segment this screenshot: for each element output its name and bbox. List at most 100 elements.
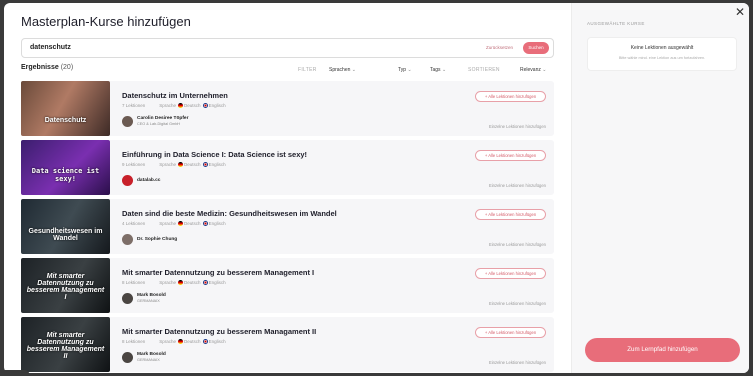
course-meta: 8 Lektionen Sprache Deutsch Englisch: [122, 280, 226, 286]
course-card: Gesundheitswesen im Wandel Daten sind di…: [21, 199, 554, 254]
lessons-count: 8 Lektionen: [122, 280, 146, 285]
empty-selection-title: Keine Lektionen ausgewählt: [630, 45, 694, 51]
thumbnail-text: Mit smarter Datennutzung zu besserem Man…: [26, 273, 105, 301]
modal-title: Masterplan-Kurse hinzufügen: [21, 14, 191, 29]
avatar: [122, 234, 133, 245]
course-meta: 9 Lektionen Sprache Deutsch Englisch: [122, 162, 226, 168]
close-icon[interactable]: ✕: [734, 6, 746, 18]
sort-label: SORTIEREN: [468, 67, 500, 73]
filter-label: FILTER: [298, 67, 317, 73]
course-search-panel: Masterplan-Kurse hinzufügen datenschutz …: [4, 3, 571, 373]
empty-selection-box: Keine Lektionen ausgewählt Bitte wähle m…: [587, 37, 737, 71]
add-all-lessons-button[interactable]: + Alle Lektionen hinzufügen: [475, 91, 546, 102]
add-single-lessons-toggle[interactable]: Einzelne Lektionen hinzufügen: [489, 124, 546, 129]
course-card: Mit smarter Datennutzung zu besserem Man…: [21, 317, 554, 372]
language-label: Sprache: [159, 280, 177, 285]
add-single-lessons-toggle[interactable]: Einzelne Lektionen hinzufügen: [489, 242, 546, 247]
language-label: Sprache: [159, 339, 177, 344]
course-title[interactable]: Daten sind die beste Medizin: Gesundheit…: [122, 209, 337, 218]
german-flag-icon: [178, 280, 184, 286]
lessons-count: 8 Lektionen: [122, 339, 146, 344]
course-thumbnail[interactable]: Mit smarter Datennutzung zu besserem Man…: [21, 317, 110, 372]
add-to-learning-path-button[interactable]: Zum Lernpfad hinzufügen: [585, 338, 740, 362]
add-all-lessons-button[interactable]: + Alle Lektionen hinzufügen: [475, 268, 546, 279]
avatar: [122, 293, 133, 304]
lessons-count: 4 Lektionen: [122, 221, 146, 226]
selected-courses-heading: AUSGEWÄHLTE KURSE: [587, 21, 645, 26]
course-title[interactable]: Datenschutz im Unternehmen: [122, 91, 228, 100]
add-single-lessons-toggle[interactable]: Einzelne Lektionen hinzufügen: [489, 183, 546, 188]
thumbnail-text: Gesundheitswesen im Wandel: [28, 228, 103, 242]
selected-courses-panel: ✕ AUSGEWÄHLTE KURSE Keine Lektionen ausg…: [571, 3, 749, 373]
course-thumbnail[interactable]: Data science ist sexy!: [21, 140, 110, 195]
author-name: datalab.cc: [137, 178, 161, 183]
language-label: Sprache: [159, 162, 177, 167]
author-name: Mark Bosold: [137, 293, 166, 298]
thumbnail-text: Datenschutz: [44, 117, 87, 124]
course-card: Mit smarter Datennutzung zu besserem Man…: [21, 258, 554, 313]
language-de: Deutsch: [184, 103, 201, 108]
add-single-lessons-toggle[interactable]: Einzelne Lektionen hinzufügen: [489, 301, 546, 306]
author-subtitle: GERMANAIX: [137, 358, 160, 362]
results-heading: Ergebnisse (20): [21, 64, 73, 71]
window-corner: [0, 370, 30, 376]
german-flag-icon: [178, 162, 184, 168]
tags-dropdown[interactable]: Tags: [430, 67, 446, 73]
add-courses-modal: Masterplan-Kurse hinzufügen datenschutz …: [4, 3, 749, 373]
avatar: [122, 352, 133, 363]
add-single-lessons-toggle[interactable]: Einzelne Lektionen hinzufügen: [489, 360, 546, 365]
thumbnail-text: Mit smarter Datennutzung zu besserem Man…: [26, 332, 105, 360]
language-en: Englisch: [208, 103, 226, 108]
author-subtitle: CEO & Lab-Digital GmbH: [137, 122, 181, 126]
thumbnail-text: Data science ist sexy!: [31, 167, 100, 183]
course-thumbnail[interactable]: Datenschutz: [21, 81, 110, 136]
empty-selection-hint: Bitte wähle mind. eine Lektion aus um fo…: [618, 56, 706, 60]
avatar: [122, 116, 133, 127]
language-de: Deutsch: [184, 339, 201, 344]
german-flag-icon: [178, 339, 184, 345]
course-meta: 4 Lektionen Sprache Deutsch Englisch: [122, 221, 226, 227]
course-card: Data science ist sexy! Einführung in Dat…: [21, 140, 554, 195]
author-name: Mark Bosold: [137, 352, 166, 357]
language-de: Deutsch: [184, 221, 201, 226]
language-de: Deutsch: [184, 162, 201, 167]
language-en: Englisch: [208, 339, 226, 344]
relevance-dropdown[interactable]: Relevanz: [520, 67, 546, 73]
course-thumbnail[interactable]: Gesundheitswesen im Wandel: [21, 199, 110, 254]
german-flag-icon: [178, 103, 184, 109]
add-all-lessons-button[interactable]: + Alle Lektionen hinzufügen: [475, 327, 546, 338]
course-title[interactable]: Einführung in Data Science I: Data Scien…: [122, 150, 307, 159]
uk-flag-icon: [202, 103, 208, 109]
type-dropdown[interactable]: Typ: [398, 67, 412, 73]
reset-link[interactable]: Zurücksetzen: [486, 45, 513, 50]
uk-flag-icon: [202, 162, 208, 168]
course-meta: 7 Lektionen Sprache Deutsch Englisch: [122, 103, 226, 109]
uk-flag-icon: [202, 339, 208, 345]
search-input[interactable]: datenschutz: [30, 44, 71, 51]
language-en: Englisch: [208, 162, 226, 167]
uk-flag-icon: [202, 280, 208, 286]
course-title[interactable]: Mit smarter Datennutzung zu besserem Man…: [122, 268, 314, 277]
language-en: Englisch: [208, 221, 226, 226]
lessons-count: 7 Lektionen: [122, 103, 146, 108]
author-name: Carolin Desiree Töpfer: [137, 116, 189, 121]
results-label: Ergebnisse: [21, 64, 59, 71]
language-label: Sprache: [159, 103, 177, 108]
course-title[interactable]: Mit smarter Datennutzung zu besserem Man…: [122, 327, 316, 336]
search-button[interactable]: Suchen: [523, 42, 549, 54]
course-thumbnail[interactable]: Mit smarter Datennutzung zu besserem Man…: [21, 258, 110, 313]
course-meta: 8 Lektionen Sprache Deutsch Englisch: [122, 339, 226, 345]
datalab-logo-icon: [122, 175, 133, 186]
course-card: Datenschutz Datenschutz im Unternehmen 7…: [21, 81, 554, 136]
uk-flag-icon: [202, 221, 208, 227]
language-en: Englisch: [208, 280, 226, 285]
add-all-lessons-button[interactable]: + Alle Lektionen hinzufügen: [475, 209, 546, 220]
language-de: Deutsch: [184, 280, 201, 285]
add-all-lessons-button[interactable]: + Alle Lektionen hinzufügen: [475, 150, 546, 161]
german-flag-icon: [178, 221, 184, 227]
languages-dropdown[interactable]: Sprachen: [329, 67, 356, 73]
search-field[interactable]: datenschutz Zurücksetzen Suchen: [21, 38, 554, 58]
lessons-count: 9 Lektionen: [122, 162, 146, 167]
author-subtitle: GERMANAIX: [137, 299, 160, 303]
author-name: Dr. Sophie Chung: [137, 237, 178, 242]
